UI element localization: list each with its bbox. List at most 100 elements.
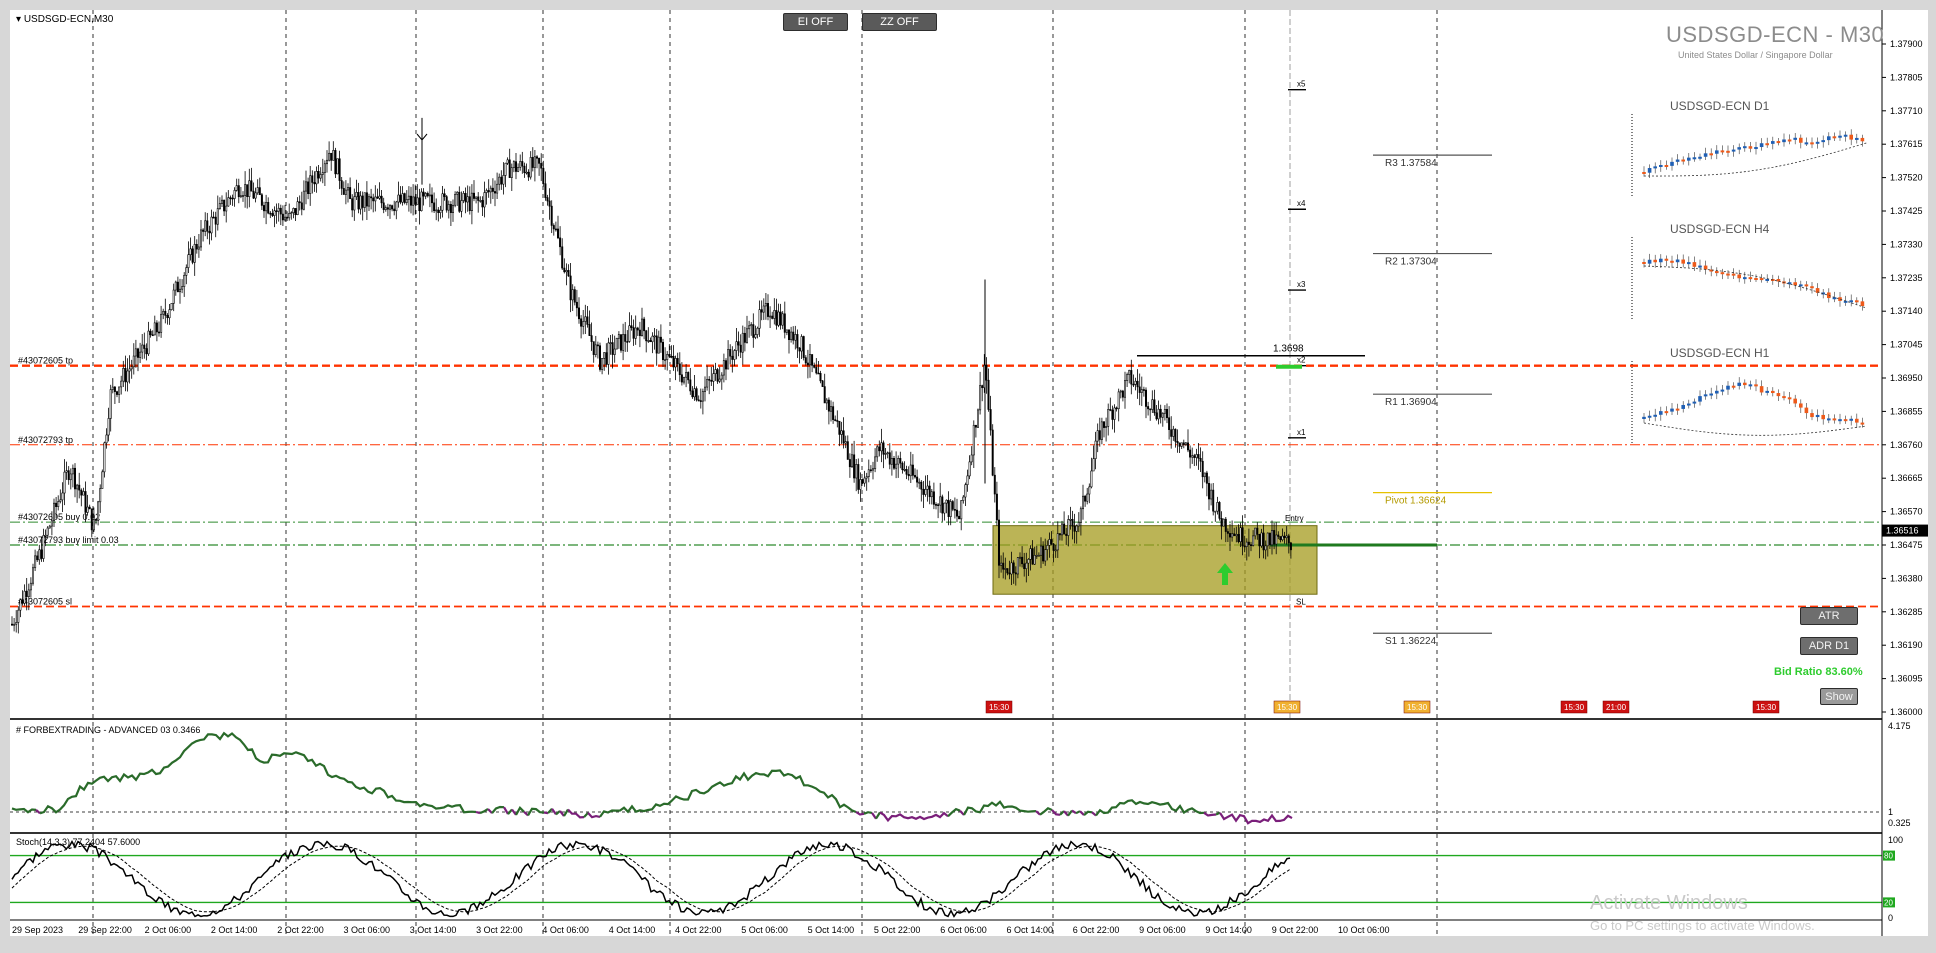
candle-body bbox=[895, 463, 898, 469]
candle-body bbox=[710, 379, 713, 382]
candle-body bbox=[617, 334, 620, 339]
candle-body bbox=[1002, 562, 1005, 570]
candle-body bbox=[269, 212, 272, 215]
price-axis-label: 1.37805 bbox=[1890, 72, 1923, 82]
candle-body bbox=[1277, 534, 1280, 537]
candle-body bbox=[661, 341, 664, 361]
candle-body bbox=[407, 195, 410, 200]
candle-body bbox=[233, 189, 236, 199]
candle-body bbox=[846, 441, 849, 460]
mini-candle-body bbox=[1715, 271, 1719, 274]
candle-body bbox=[569, 275, 572, 301]
candle-body bbox=[1103, 421, 1106, 428]
candle-body bbox=[1208, 483, 1211, 500]
candle-body bbox=[342, 188, 345, 195]
candle-body bbox=[277, 207, 280, 212]
atr-button[interactable]: ATR bbox=[1800, 607, 1858, 625]
mini-candle-body bbox=[1765, 390, 1769, 393]
candle-body bbox=[344, 189, 347, 195]
candle-body bbox=[1128, 370, 1131, 375]
candle-body bbox=[95, 519, 98, 521]
candle-body bbox=[485, 190, 488, 193]
time-axis-label: 2 Oct 06:00 bbox=[145, 925, 192, 935]
candle-body bbox=[716, 369, 719, 382]
dropdown-icon[interactable]: ▾ bbox=[16, 14, 24, 25]
candle-body bbox=[458, 191, 461, 212]
mini-candle-body bbox=[1670, 408, 1674, 412]
candle-body bbox=[1071, 518, 1074, 527]
mini-candle-body bbox=[1827, 136, 1831, 141]
candle-body bbox=[976, 409, 979, 428]
candle-body bbox=[869, 469, 872, 472]
candle-body bbox=[619, 334, 622, 351]
candle-body bbox=[699, 400, 702, 402]
mini-candle-body bbox=[1664, 164, 1669, 167]
adr-d1-button[interactable]: ADR D1 bbox=[1800, 637, 1858, 655]
candle-body bbox=[987, 379, 990, 410]
oscillator-line bbox=[1071, 809, 1077, 815]
candle-body bbox=[393, 208, 396, 212]
candle-body bbox=[1109, 409, 1112, 411]
candle-body bbox=[680, 374, 683, 383]
oscillator-label: # FORBEXTRADING - ADVANCED 03 0.3466 bbox=[16, 725, 200, 735]
show-button[interactable]: Show bbox=[1820, 688, 1858, 705]
oscillator-line bbox=[479, 808, 489, 815]
zz-toggle-button[interactable]: ZZ OFF bbox=[862, 13, 937, 31]
candle-body bbox=[231, 197, 234, 200]
candle-body bbox=[170, 303, 173, 310]
candle-body bbox=[666, 354, 669, 360]
price-axis-label: 1.37140 bbox=[1890, 306, 1923, 316]
candle-body bbox=[832, 406, 835, 420]
candle-body bbox=[460, 200, 463, 212]
mini-candle-body bbox=[1737, 274, 1741, 279]
candle-body bbox=[181, 286, 184, 290]
candle-body bbox=[924, 489, 927, 495]
candle-body bbox=[401, 193, 404, 203]
candle-body bbox=[932, 491, 935, 505]
candle-body bbox=[246, 184, 249, 198]
mini-candle-body bbox=[1664, 411, 1669, 414]
mini-candle-body bbox=[1804, 142, 1809, 145]
candle-body bbox=[708, 378, 711, 381]
candle-body bbox=[1224, 518, 1227, 532]
candle-body bbox=[934, 504, 937, 506]
candle-body bbox=[731, 355, 734, 360]
mini-chart-title: USDSGD-ECN H4 bbox=[1670, 222, 1770, 236]
candle-body bbox=[27, 589, 30, 597]
candle-body bbox=[21, 599, 24, 604]
candle-body bbox=[1214, 510, 1217, 513]
entry-label: Entry bbox=[1285, 514, 1304, 523]
candle-body bbox=[907, 474, 910, 477]
candle-body bbox=[760, 309, 763, 313]
mini-candle-body bbox=[1720, 389, 1725, 392]
current-price-label: 1.36516 bbox=[1886, 526, 1919, 536]
time-axis-label: 10 Oct 06:00 bbox=[1338, 925, 1390, 935]
candle-body bbox=[479, 200, 482, 202]
candle-body bbox=[384, 207, 387, 210]
candle-body bbox=[235, 185, 238, 191]
candle-body bbox=[370, 196, 373, 199]
time-axis-label: 4 Oct 22:00 bbox=[675, 925, 722, 935]
candle-body bbox=[867, 469, 870, 477]
candle-body bbox=[941, 496, 944, 514]
candle-body bbox=[672, 355, 675, 368]
candle-body bbox=[275, 210, 278, 213]
candle-body bbox=[193, 243, 196, 263]
candle-body bbox=[359, 195, 362, 210]
candle-body bbox=[861, 479, 864, 484]
candle-body bbox=[1210, 489, 1213, 500]
candle-body bbox=[237, 185, 240, 198]
mini-candle-body bbox=[1855, 418, 1859, 423]
mini-candle-body bbox=[1659, 164, 1663, 167]
candle-body bbox=[296, 201, 299, 215]
candle-body bbox=[855, 464, 858, 479]
candle-body bbox=[1147, 406, 1150, 410]
candle-body bbox=[363, 192, 366, 208]
ei-toggle-button[interactable]: EI OFF bbox=[783, 13, 848, 31]
candle-body bbox=[183, 275, 186, 287]
candle-body bbox=[951, 501, 954, 510]
candle-body bbox=[1138, 386, 1141, 393]
candle-body bbox=[40, 549, 43, 559]
candle-body bbox=[1216, 502, 1219, 512]
candle-body bbox=[1031, 548, 1034, 565]
